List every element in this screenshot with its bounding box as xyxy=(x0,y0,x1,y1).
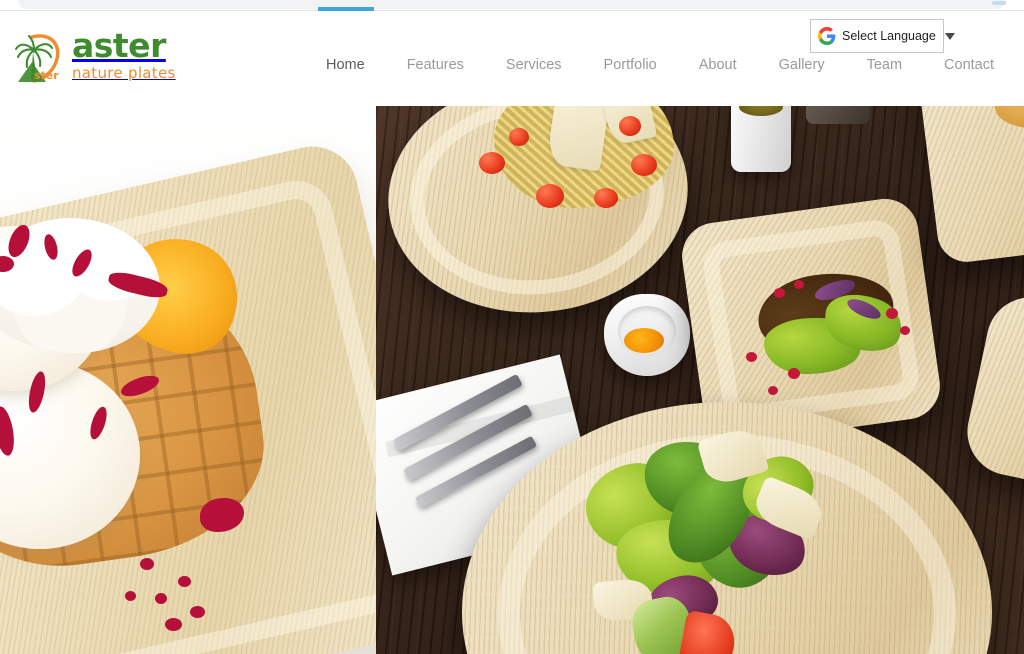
browser-omnibox-remnant xyxy=(18,0,1006,9)
nav-item-home[interactable]: Home xyxy=(318,57,386,73)
nav-item-gallery[interactable]: Gallery xyxy=(758,57,846,73)
language-selector-label: Select Language xyxy=(842,29,936,43)
pomegranate-seed xyxy=(886,308,898,319)
pomegranate-seed xyxy=(774,288,785,298)
browser-scrollbar-thumb[interactable] xyxy=(992,1,1006,5)
pomegranate-seed xyxy=(768,386,778,395)
sauce-dot xyxy=(178,576,191,587)
sauce-dot xyxy=(165,618,182,631)
palm-tree-icon: ster xyxy=(12,28,66,86)
nav-item-about[interactable]: About xyxy=(678,57,758,73)
cherry-tomato xyxy=(619,116,641,136)
white-ramekin xyxy=(604,294,690,376)
cherry-tomato xyxy=(479,152,505,174)
pomegranate-seed xyxy=(746,352,757,362)
page-root: ster aster nature plates Home Features S… xyxy=(0,0,1024,654)
chevron-down-icon[interactable] xyxy=(944,32,955,40)
nav-item-contact[interactable]: Contact xyxy=(923,57,1015,73)
language-selector[interactable]: Select Language xyxy=(810,19,955,53)
svg-text:ster: ster xyxy=(34,69,59,82)
google-g-icon xyxy=(818,27,836,45)
hero-slider: Activate Windows Go to Settings to activ… xyxy=(0,106,1024,654)
site-header: ster aster nature plates Home Features S… xyxy=(0,11,1024,106)
orange-sauce xyxy=(624,328,664,353)
browser-top-strip xyxy=(0,0,1024,12)
cherry-tomato xyxy=(509,128,529,146)
cherry-tomato xyxy=(631,154,657,176)
main-navigation: Home Features Services Portfolio About G… xyxy=(318,57,1015,73)
pomegranate-seed xyxy=(794,280,804,289)
sauce-dot xyxy=(125,591,136,601)
nav-item-team[interactable]: Team xyxy=(846,57,923,73)
cherry-tomato xyxy=(536,184,564,208)
sauce-dot xyxy=(155,593,167,604)
sauce-dot xyxy=(190,606,205,618)
ramekin-interior xyxy=(618,306,676,356)
nav-item-services[interactable]: Services xyxy=(485,57,583,73)
logo-wordmark: aster xyxy=(72,26,166,66)
nav-item-features[interactable]: Features xyxy=(386,57,485,73)
dark-bowl xyxy=(806,106,870,124)
cherry-tomato xyxy=(594,188,618,208)
logo-tagline: nature plates xyxy=(72,64,176,83)
sauce-cup xyxy=(731,106,791,172)
site-logo[interactable]: ster aster nature plates xyxy=(12,28,176,86)
sauce-cup-contents xyxy=(739,106,783,116)
nav-item-portfolio[interactable]: Portfolio xyxy=(583,57,678,73)
pomegranate-seed xyxy=(788,368,800,379)
sauce-dot xyxy=(140,558,154,570)
hero-slide-table-setting[interactable] xyxy=(376,106,1024,654)
pomegranate-seed xyxy=(900,326,910,335)
hero-slide-dessert[interactable] xyxy=(0,106,376,654)
